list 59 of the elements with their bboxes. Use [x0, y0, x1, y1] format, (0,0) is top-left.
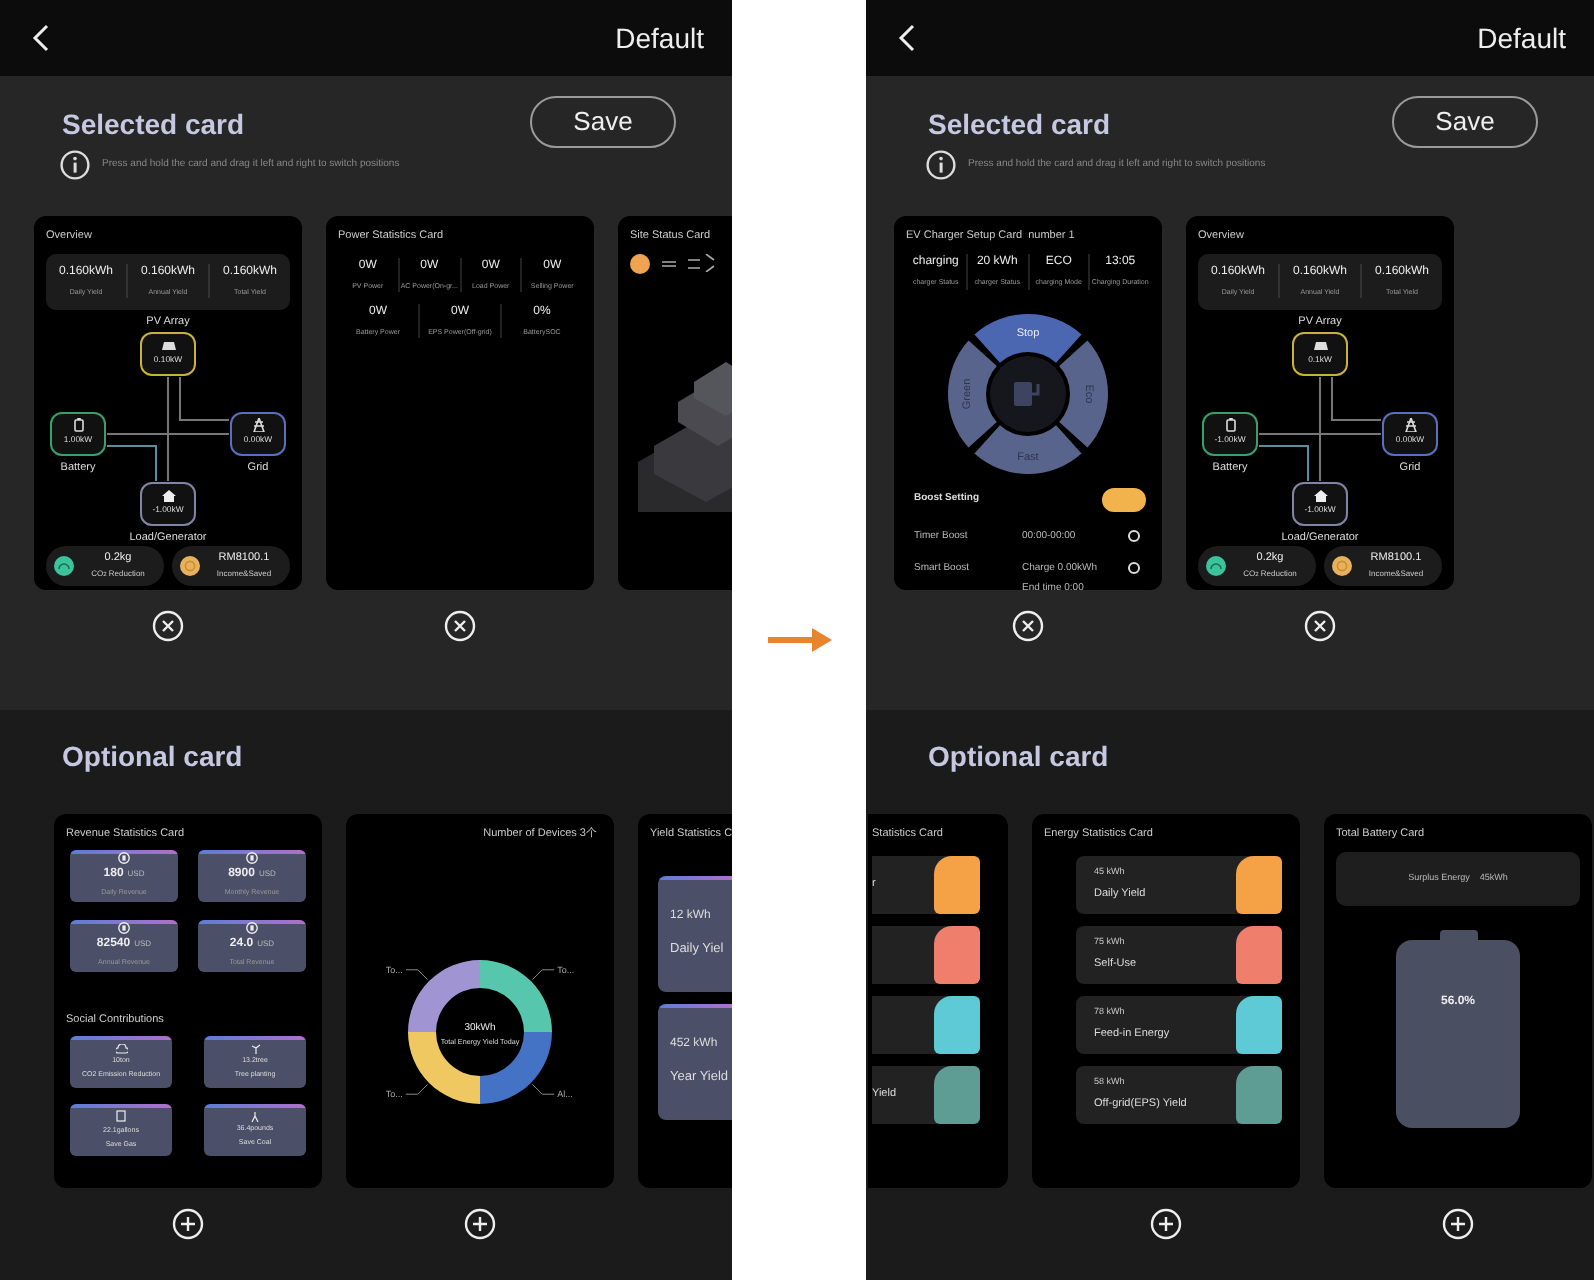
leader-line	[405, 968, 429, 980]
section-heading: Optional card	[62, 740, 243, 772]
coin-icon	[180, 555, 200, 575]
coin-icon	[118, 921, 130, 934]
coin-icon	[1332, 555, 1352, 575]
back-button[interactable]	[32, 24, 50, 52]
save-button[interactable]: Save	[530, 96, 676, 148]
add-button[interactable]	[1150, 1208, 1182, 1240]
transfer-icon	[662, 259, 676, 267]
back-button[interactable]	[898, 24, 916, 52]
solar-panel-icon	[161, 339, 175, 352]
house-icon	[1313, 489, 1327, 502]
connector-line	[1258, 444, 1309, 481]
gauge-icon	[1206, 555, 1226, 575]
figure-icon	[250, 1111, 260, 1122]
remove-button[interactable]	[1012, 610, 1044, 642]
gauge-icon	[54, 555, 74, 575]
sun-icon	[630, 253, 650, 273]
add-button[interactable]	[464, 1208, 496, 1240]
leader-line	[531, 968, 555, 980]
add-button[interactable]	[1442, 1208, 1474, 1240]
arrow-icon	[767, 628, 831, 652]
screen-title: Default	[1477, 19, 1566, 57]
radio-button[interactable]	[1128, 562, 1140, 574]
dashboard-card[interactable]	[894, 216, 1162, 590]
section-heading: Selected card	[62, 106, 245, 142]
info-icon	[60, 150, 90, 180]
connector-line	[179, 375, 230, 420]
screen-title: Default	[615, 19, 704, 57]
power-tower-icon	[251, 418, 265, 433]
battery-icon	[73, 418, 83, 433]
remove-button[interactable]	[1304, 610, 1336, 642]
remove-button[interactable]	[152, 610, 184, 642]
boost-toggle[interactable]	[1102, 487, 1146, 511]
power-tower-icon	[1403, 418, 1417, 433]
section-heading: Optional card	[928, 740, 1109, 772]
dashboard-card[interactable]	[54, 814, 322, 1188]
save-button[interactable]: Save	[1392, 96, 1538, 148]
add-button[interactable]	[172, 1208, 204, 1240]
charger-icon	[990, 355, 1066, 431]
section-heading: Selected card	[928, 106, 1111, 142]
solar-panel-icon	[1313, 339, 1327, 352]
sprout-icon	[249, 1043, 261, 1054]
connector-line	[106, 444, 157, 481]
remove-button[interactable]	[444, 610, 476, 642]
battery-cap	[1439, 929, 1477, 939]
cloud-icon	[115, 1043, 127, 1054]
battery-icon	[1225, 418, 1235, 433]
flow-icon	[688, 254, 716, 272]
coin-icon	[118, 851, 130, 864]
document-icon	[116, 1110, 126, 1123]
coin-icon	[246, 851, 258, 864]
coin-icon	[246, 921, 258, 934]
leader-line	[531, 1082, 555, 1094]
connector-line	[1331, 375, 1382, 420]
info-icon	[926, 150, 956, 180]
radio-button[interactable]	[1128, 529, 1140, 541]
house-icon	[161, 489, 175, 502]
leader-line	[405, 1082, 429, 1094]
